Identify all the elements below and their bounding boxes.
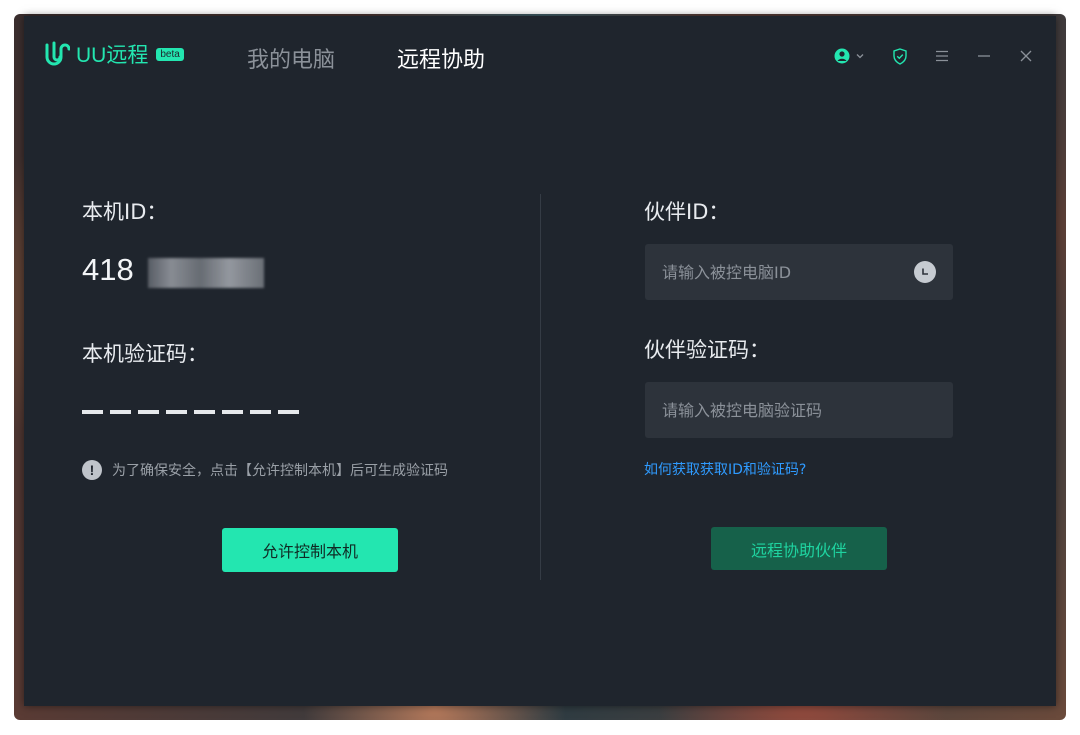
assist-partner-button[interactable]: 远程协助伙伴: [711, 527, 887, 570]
security-button[interactable]: [890, 46, 910, 66]
exclamation-icon: !: [82, 460, 102, 480]
history-button[interactable]: [914, 261, 936, 283]
tab-my-computer[interactable]: 我的电脑: [247, 42, 335, 74]
menu-button[interactable]: [932, 46, 952, 66]
code-dash: [138, 410, 159, 414]
app-window: UU远程 beta 我的电脑 远程协助 本机ID： 418 本机验证码： ! 为…: [24, 16, 1056, 706]
shield-check-icon: [893, 47, 907, 65]
account-menu[interactable]: [832, 46, 866, 66]
account-icon: [834, 48, 849, 64]
code-dash: [166, 410, 187, 414]
close-icon: [1020, 50, 1032, 62]
code-dash: [250, 410, 271, 414]
app-logo: UU远程 beta: [44, 39, 184, 69]
allow-control-button[interactable]: 允许控制本机: [222, 528, 398, 572]
close-button[interactable]: [1016, 46, 1036, 66]
local-id-label: 本机ID：: [82, 200, 168, 224]
beta-badge: beta: [156, 47, 184, 61]
code-dash: [278, 410, 299, 414]
partner-id-label: 伙伴ID：: [644, 200, 730, 224]
clock-icon: [922, 268, 928, 275]
verification-code-placeholder: [82, 410, 299, 414]
help-link[interactable]: 如何获取获取ID和验证码?: [644, 459, 806, 479]
partner-code-field[interactable]: [645, 382, 953, 438]
id-redaction-blur: [148, 258, 264, 288]
code-dash: [194, 410, 215, 414]
local-code-label: 本机验证码：: [82, 342, 208, 366]
tab-remote-assist[interactable]: 远程协助: [397, 42, 485, 74]
uu-logo-icon: [45, 41, 70, 66]
local-id-value: 418: [82, 252, 134, 287]
chevron-down-icon: [856, 54, 863, 59]
security-notice-text: 为了确保安全，点击【允许控制本机】后可生成验证码: [112, 463, 448, 479]
partner-id-input[interactable]: [660, 261, 904, 283]
code-dash: [222, 410, 243, 414]
menu-icon: [936, 50, 948, 62]
minimize-button[interactable]: [974, 46, 994, 66]
code-dash: [82, 410, 103, 414]
partner-code-label: 伙伴验证码：: [644, 338, 770, 362]
code-dash: [110, 410, 131, 414]
security-notice: ! 为了确保安全，点击【允许控制本机】后可生成验证码: [82, 460, 448, 480]
app-name: UU远程: [76, 44, 149, 67]
minimize-icon: [978, 55, 990, 57]
partner-id-field[interactable]: [645, 244, 953, 300]
column-divider: [540, 194, 541, 580]
partner-code-input[interactable]: [660, 399, 904, 421]
